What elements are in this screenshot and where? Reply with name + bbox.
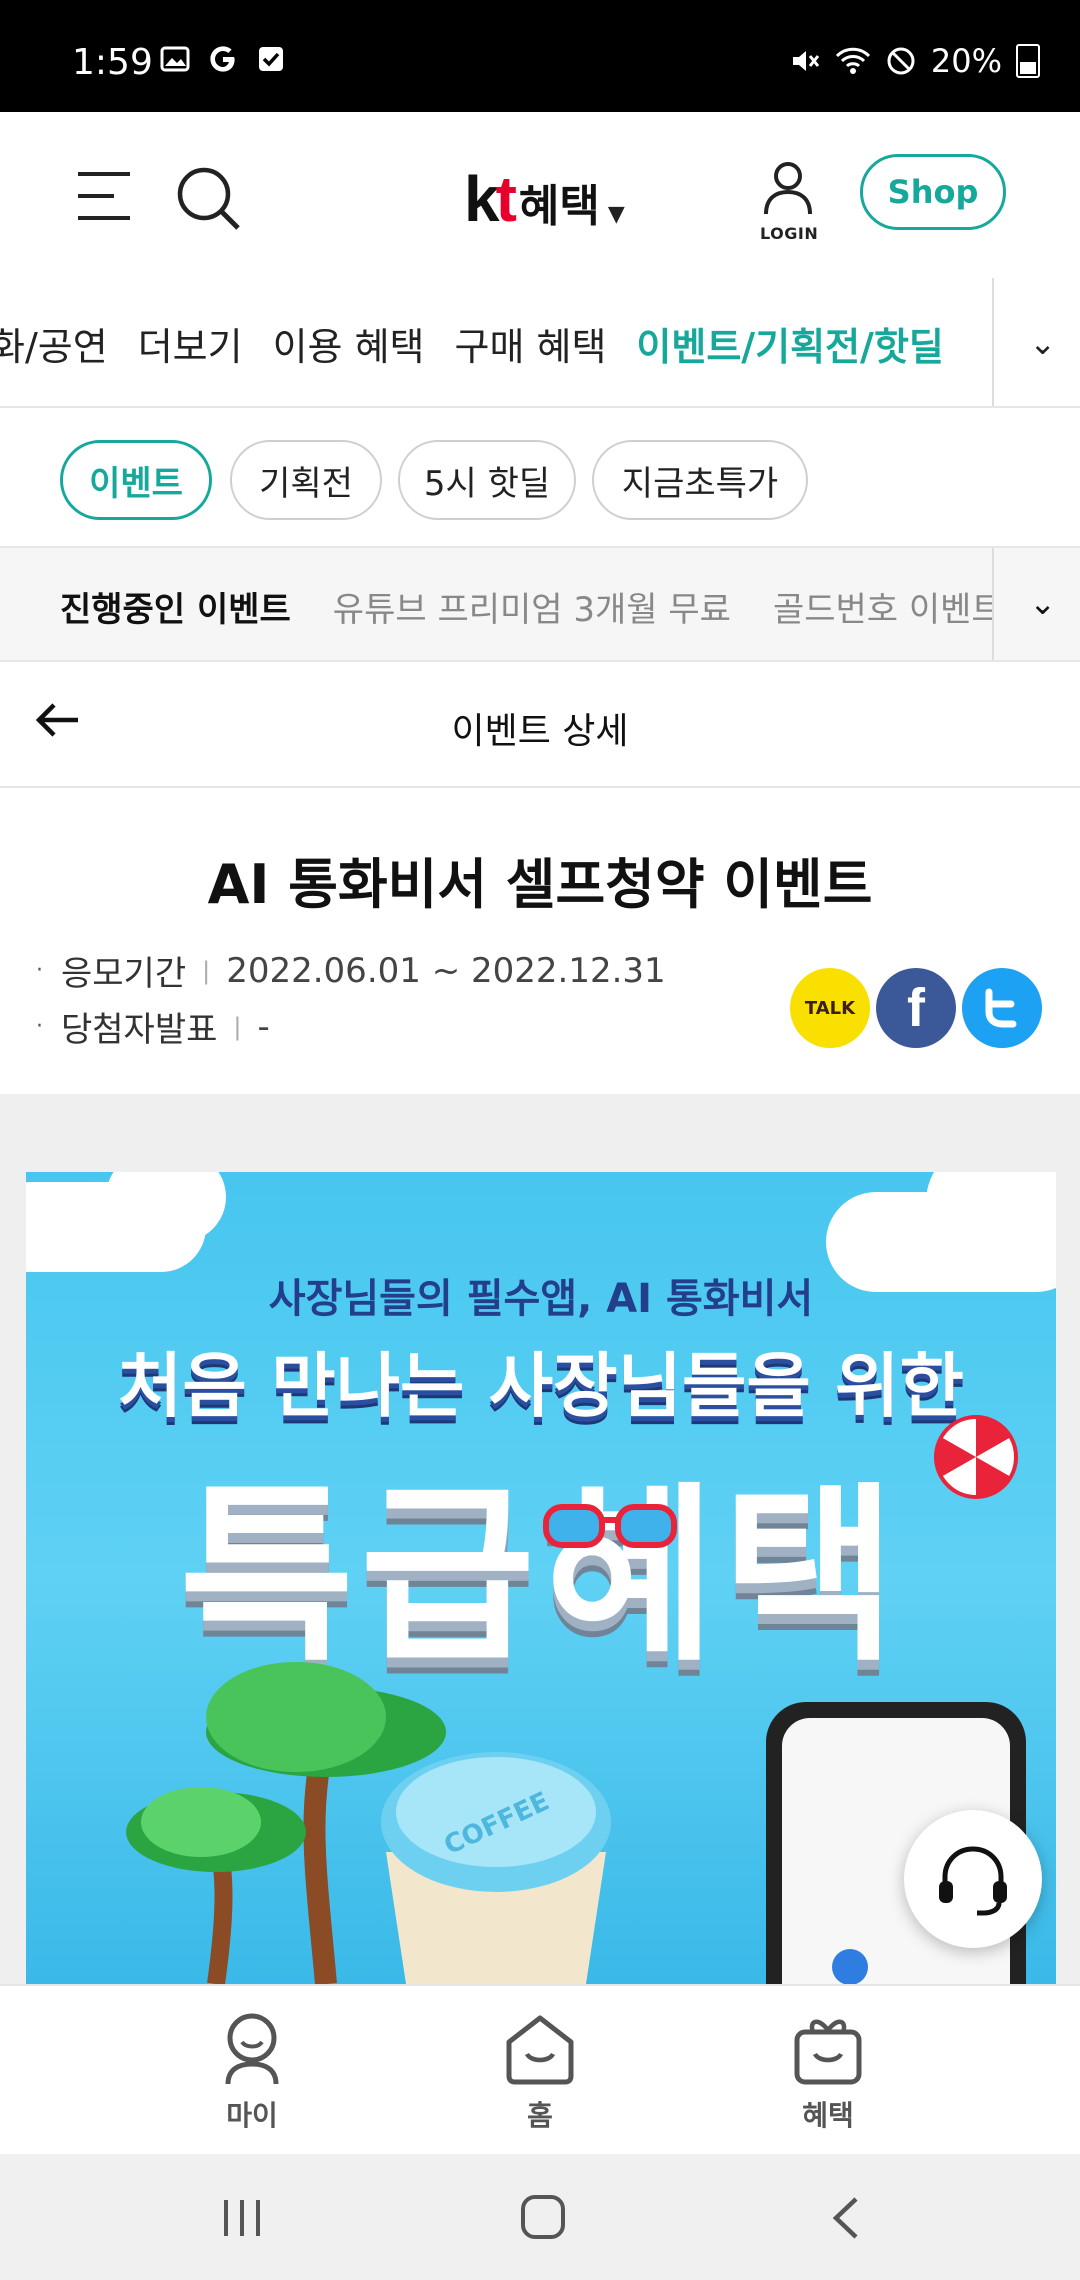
tab-usage-benefits[interactable]: 이용 혜택 [273, 316, 425, 371]
battery-icon [1016, 44, 1040, 78]
google-icon [210, 46, 235, 72]
pill-event[interactable]: 이벤트 [60, 440, 212, 520]
chevron-down-icon[interactable]: ⌄ [1029, 584, 1056, 622]
status-notification-icons [160, 44, 286, 74]
status-time: 1:59 [72, 42, 153, 83]
app-header: kt 혜택 ▼ LOGIN Shop [0, 112, 1080, 278]
nav-home-label: 홈 [527, 2099, 553, 2132]
nav-my[interactable]: 마이 [182, 2012, 322, 2134]
caret-down-icon: ▼ [607, 202, 625, 227]
detail-title: 이벤트 상세 [451, 711, 629, 752]
image-icon [160, 46, 190, 72]
my-icon [225, 2013, 279, 2085]
search-icon[interactable] [176, 166, 242, 232]
tab-more[interactable]: 더보기 [138, 316, 243, 371]
pill-exhibition[interactable]: 기획전 [230, 440, 382, 520]
nav-home[interactable]: 홈 [470, 2012, 610, 2134]
wifi-icon [835, 47, 870, 74]
subtab-youtube[interactable]: 유튜브 프리미엄 3개월 무료 [333, 582, 731, 631]
status-bar: 1:59 20% [0, 0, 1080, 112]
customer-support-button[interactable] [904, 1810, 1042, 1948]
twitter-icon [985, 988, 1017, 1028]
event-title: AI 통화비서 셀프청약 이벤트 [207, 853, 873, 916]
event-filter-pills: 이벤트 기획전 5시 핫딜 지금초특가 [0, 408, 1080, 548]
checkbox-icon [259, 47, 283, 71]
gift-icon [794, 2019, 862, 2085]
winner-row: · 당첨자발표 | - [36, 1002, 270, 1051]
battery-text: 20% [930, 42, 1002, 80]
subtab-ongoing[interactable]: 진행중인 이벤트 [60, 582, 291, 631]
winner-label: 당첨자발표 [61, 1010, 218, 1050]
login-button[interactable]: LOGIN [760, 160, 819, 243]
nav-my-label: 마이 [226, 2099, 278, 2132]
sunglasses-icon [543, 1504, 677, 1548]
chevron-down-icon[interactable]: ⌄ [1029, 324, 1056, 362]
home-icon [506, 2015, 574, 2085]
mute-icon [792, 51, 820, 71]
detail-header: 이벤트 상세 [0, 662, 1080, 788]
event-banner-image: 사장님들의 필수앱, AI 통화비서 처음 만나는 사장님들을 위한 특급혜택 [26, 1172, 1056, 1984]
dnd-icon [887, 47, 915, 75]
kt-benefit-logo[interactable]: kt 혜택 ▼ [464, 162, 625, 236]
tab-events[interactable]: 이벤트/기획전/핫딜 [636, 316, 943, 371]
bullet: · [36, 1014, 43, 1039]
event-sub-tabs: 진행중인 이벤트 유튜브 프리미엄 3개월 무료 골드번호 이벤트 ⌄ [0, 548, 1080, 662]
login-label: LOGIN [760, 224, 819, 243]
parasol-icon [934, 1415, 1018, 1499]
winner-value: - [257, 1006, 270, 1047]
tab-purchase-benefits[interactable]: 구매 혜택 [455, 316, 607, 371]
period-row: · 응모기간 | 2022.06.01 ~ 2022.12.31 [36, 946, 666, 995]
nav-benefits-label: 혜택 [802, 2099, 854, 2132]
period-label: 응모기간 [61, 954, 187, 994]
kakaotalk-icon: TALK [804, 997, 856, 1019]
subtab-gold-number[interactable]: 골드번호 이벤트 [773, 582, 1003, 631]
system-nav-bar [0, 2154, 1080, 2280]
recent-apps-icon[interactable] [220, 2198, 264, 2238]
pill-special-price[interactable]: 지금초특가 [592, 440, 808, 520]
logo-text: 혜택 [518, 181, 600, 232]
menu-icon[interactable] [74, 168, 134, 224]
category-tabs: 화/공연 더보기 이용 혜택 구매 혜택 이벤트/기획전/핫딜 ⌄ [0, 278, 1080, 408]
pill-hotdeal[interactable]: 5시 핫딜 [398, 440, 576, 520]
twitter-share-button[interactable] [962, 968, 1042, 1048]
home-button-icon[interactable] [520, 2194, 566, 2240]
nav-benefits[interactable]: 혜택 [758, 2012, 898, 2134]
bottom-nav: 마이 홈 혜택 [0, 1984, 1080, 2154]
coffee-cup-icon: COFFEE [381, 1752, 611, 1984]
event-info: AI 통화비서 셀프청약 이벤트 · 응모기간 | 2022.06.01 ~ 2… [0, 788, 1080, 1094]
banner-illustration: COFFEE [126, 1415, 1026, 1984]
facebook-share-button[interactable]: f [876, 968, 956, 1048]
separator: | [202, 956, 211, 985]
separator: | [233, 1012, 242, 1041]
back-button-icon[interactable] [830, 2196, 860, 2240]
bullet: · [36, 958, 43, 983]
status-system-icons: 20% [789, 42, 1040, 80]
kakaotalk-share-button[interactable]: TALK [790, 968, 870, 1048]
logo-kt: kt [464, 163, 517, 235]
tab-culture[interactable]: 화/공연 [0, 316, 108, 371]
headset-icon [939, 1846, 1007, 1916]
period-value: 2022.06.01 ~ 2022.12.31 [226, 950, 666, 991]
user-icon [764, 162, 812, 215]
facebook-icon: f [907, 978, 925, 1038]
shop-button[interactable]: Shop [860, 154, 1006, 230]
